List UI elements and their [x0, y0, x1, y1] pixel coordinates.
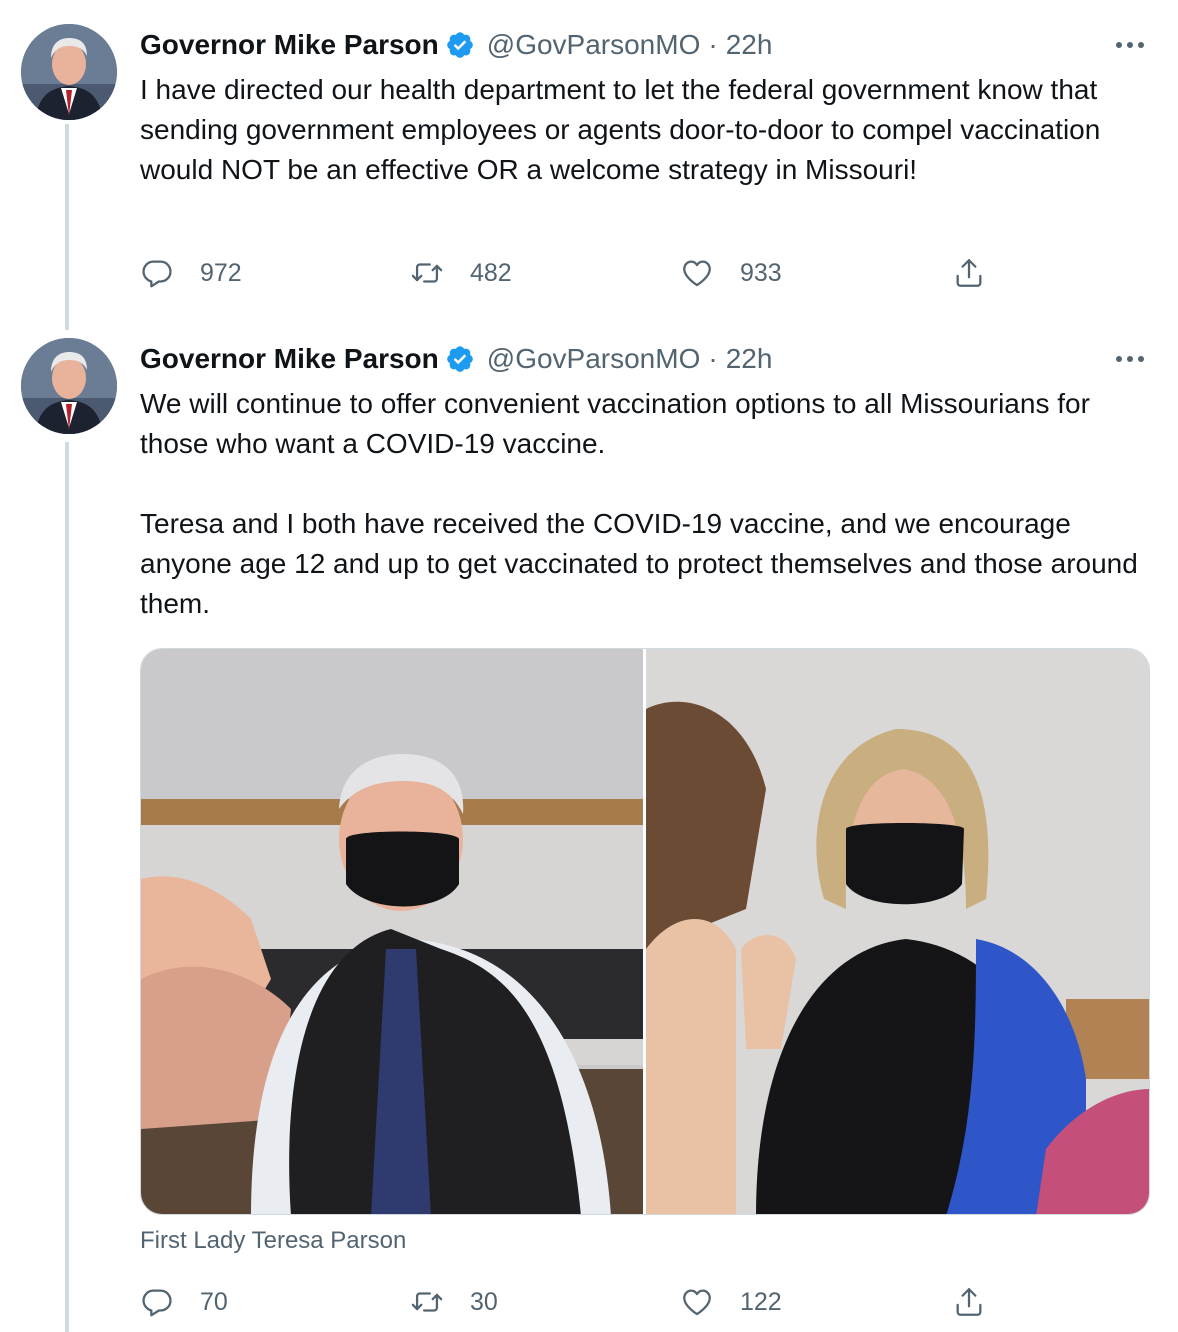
timestamp[interactable]: 22h [726, 29, 773, 61]
avatar[interactable] [21, 24, 117, 120]
like-count: 933 [740, 258, 782, 287]
like-count: 122 [740, 1287, 782, 1316]
tweet-actions: 70 30 122 [140, 1282, 1000, 1322]
like-button[interactable]: 933 [680, 253, 782, 293]
retweet-button[interactable]: 482 [410, 253, 512, 293]
share-button[interactable] [952, 253, 986, 293]
avatar[interactable] [21, 338, 117, 434]
tweet-actions: 972 482 933 [140, 253, 1000, 293]
tweet-paragraph: We will continue to offer convenient vac… [140, 388, 1090, 459]
retweet-icon [410, 256, 444, 290]
tweet[interactable]: Governor Mike Parson @GovParsonMO · 22h … [0, 330, 1178, 1332]
thread-line [65, 442, 69, 1332]
share-button[interactable] [952, 1282, 986, 1322]
separator-dot: · [708, 343, 718, 374]
media-caption[interactable]: First Lady Teresa Parson [140, 1227, 406, 1255]
heart-icon [680, 256, 714, 290]
retweet-count: 30 [470, 1287, 498, 1316]
tweet-paragraph: I have directed our health department to… [140, 74, 1101, 185]
more-options-icon[interactable] [1112, 27, 1148, 63]
share-icon [952, 256, 986, 290]
media-grid [140, 648, 1150, 1215]
timestamp[interactable]: 22h [726, 343, 773, 375]
reply-icon [140, 256, 174, 290]
reply-count: 972 [200, 258, 242, 287]
verified-badge-icon [445, 30, 475, 60]
separator-dot: · [708, 29, 718, 60]
display-name[interactable]: Governor Mike Parson [140, 29, 439, 61]
heart-icon [680, 1285, 714, 1319]
reply-button[interactable]: 70 [140, 1282, 228, 1322]
reply-button[interactable]: 972 [140, 253, 242, 293]
governor-receiving-vaccine-photo[interactable] [141, 649, 643, 1214]
like-button[interactable]: 122 [680, 1282, 782, 1322]
handle[interactable]: @GovParsonMO [487, 343, 701, 375]
verified-badge-icon [445, 344, 475, 374]
tweet-paragraph: Teresa and I both have received the COVI… [140, 508, 1138, 619]
reply-icon [140, 1285, 174, 1319]
tweet-text: I have directed our health department to… [140, 70, 1160, 190]
tweet-text: We will continue to offer convenient vac… [140, 384, 1160, 624]
thread-line [65, 124, 69, 330]
tweet-header: Governor Mike Parson @GovParsonMO · 22h [140, 341, 772, 377]
share-icon [952, 1285, 986, 1319]
retweet-button[interactable]: 30 [410, 1282, 498, 1322]
first-lady-receiving-vaccine-photo[interactable] [646, 649, 1149, 1214]
retweet-icon [410, 1285, 444, 1319]
tweet-header: Governor Mike Parson @GovParsonMO · 22h [140, 27, 772, 63]
display-name[interactable]: Governor Mike Parson [140, 343, 439, 375]
more-options-icon[interactable] [1112, 341, 1148, 377]
handle[interactable]: @GovParsonMO [487, 29, 701, 61]
tweet[interactable]: Governor Mike Parson @GovParsonMO · 22h … [0, 0, 1178, 330]
retweet-count: 482 [470, 258, 512, 287]
reply-count: 70 [200, 1287, 228, 1316]
